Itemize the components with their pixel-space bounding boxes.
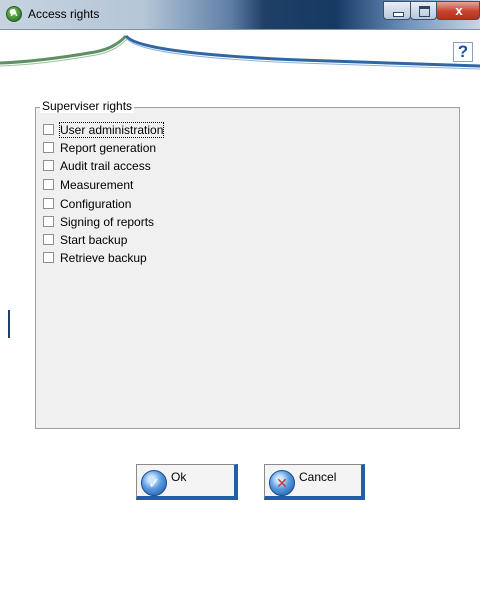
cancel-x-icon: ✕ <box>269 469 295 496</box>
checkbox-label: User administration <box>58 121 165 138</box>
checkbox-label: Report generation <box>60 140 157 155</box>
checkbox[interactable] <box>43 252 54 263</box>
checkbox-user-administration[interactable]: User administration <box>43 121 165 138</box>
checkbox[interactable] <box>43 124 54 135</box>
checkbox-measurement[interactable]: Measurement <box>43 176 133 193</box>
checkbox-label: Audit trail access <box>60 158 151 173</box>
checkbox-configuration[interactable]: Configuration <box>43 195 131 212</box>
checkbox-audit-trail-access[interactable]: Audit trail access <box>43 157 151 174</box>
ok-label: Ok <box>171 469 187 484</box>
title-bar[interactable]: A Access rights x <box>0 0 480 30</box>
cancel-button[interactable]: ✕ Cancel <box>264 464 365 500</box>
checkbox-report-generation[interactable]: Report generation <box>43 139 156 156</box>
minimize-button[interactable] <box>383 1 411 20</box>
checkbox[interactable] <box>43 179 54 190</box>
checkbox-retrieve-backup[interactable]: Retrieve backup <box>43 249 147 266</box>
checkbox-start-backup[interactable]: Start backup <box>43 231 127 248</box>
checkbox[interactable] <box>43 160 54 171</box>
left-edge-marker <box>8 310 10 338</box>
checkbox[interactable] <box>43 198 54 209</box>
checkbox-label: Retrieve backup <box>60 250 147 265</box>
cancel-label: Cancel <box>299 469 337 484</box>
window-title: Access rights <box>28 7 100 21</box>
ok-button[interactable]: ✓ Ok <box>136 464 238 500</box>
checkbox-label: Measurement <box>60 177 134 192</box>
checkbox[interactable] <box>43 142 54 153</box>
close-button[interactable]: x <box>436 1 480 20</box>
app-logo-icon: A <box>6 6 22 22</box>
checkmark-icon: ✓ <box>141 469 167 496</box>
checkbox[interactable] <box>43 216 54 227</box>
maximize-button[interactable] <box>410 1 437 20</box>
close-icon: x <box>455 3 463 18</box>
checkbox[interactable] <box>43 234 54 245</box>
help-icon[interactable]: ? <box>453 42 473 62</box>
header-banner <box>0 34 480 100</box>
group-title: Superviser rights <box>40 99 135 113</box>
minimize-icon <box>393 12 404 17</box>
checkbox-label: Start backup <box>60 232 128 247</box>
maximize-icon <box>419 6 430 17</box>
checkbox-label: Signing of reports <box>60 214 155 229</box>
checkbox-label: Configuration <box>60 196 132 211</box>
checkbox-signing-of-reports[interactable]: Signing of reports <box>43 213 154 230</box>
